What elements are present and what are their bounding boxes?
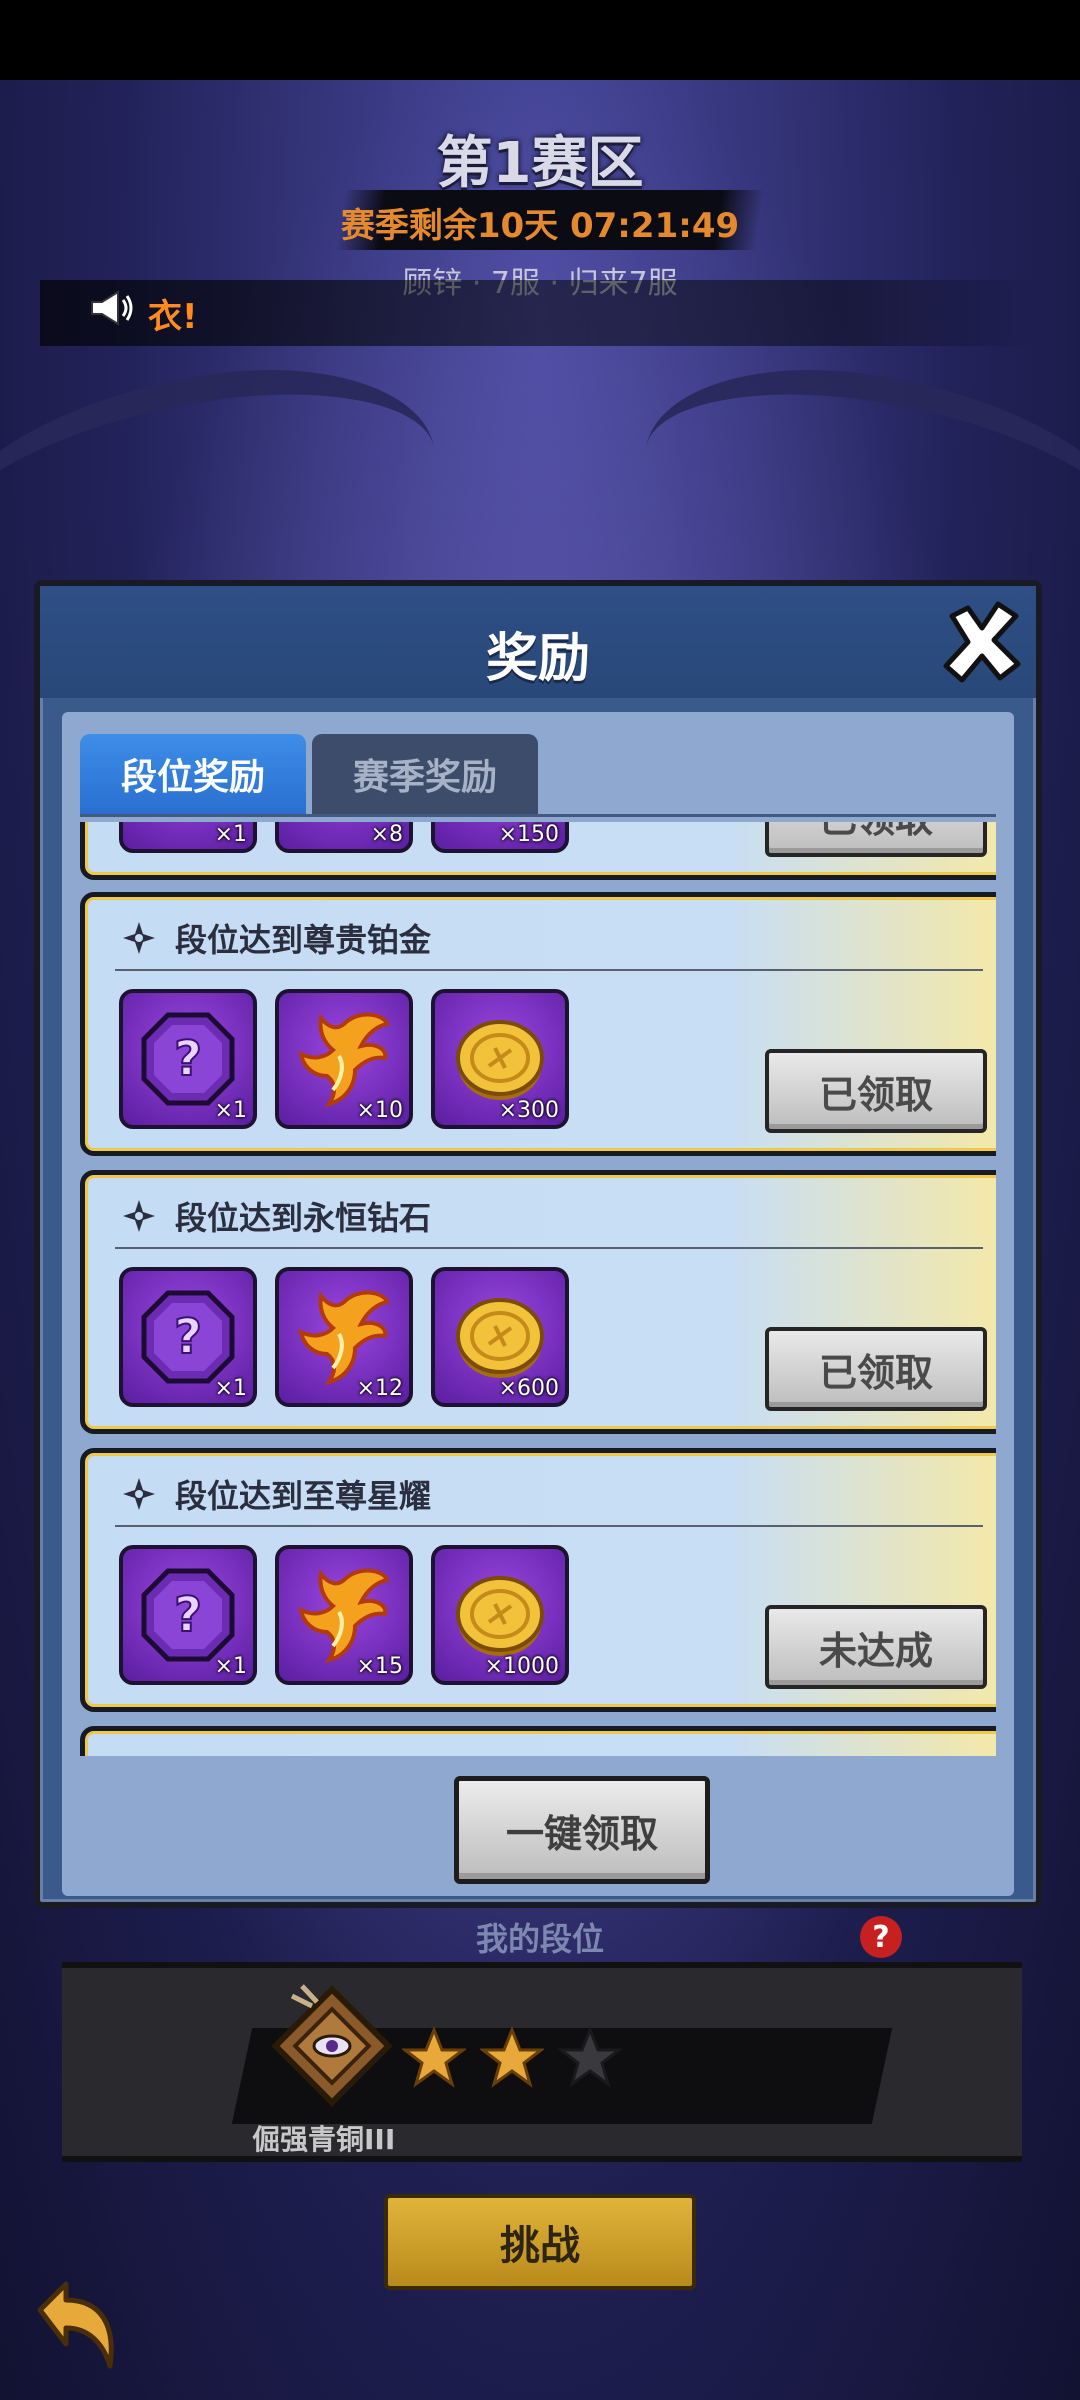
reward-item[interactable]: ×600 <box>431 1267 569 1407</box>
diamond-star-icon <box>123 922 155 954</box>
reward-item[interactable]: ×10 <box>275 989 413 1129</box>
reward-item[interactable]: ? ×1 <box>119 1267 257 1407</box>
mystery-chest-icon: ? <box>141 1290 235 1384</box>
reward-item[interactable]: ? ×1 <box>119 989 257 1129</box>
reward-card: 段位达到至尊星耀 ? ×1 ×15 ×1000 未达成 <box>80 1448 996 1712</box>
item-quantity: ×600 <box>498 1376 559 1401</box>
star-filled-icon <box>402 2026 466 2088</box>
star-filled-icon <box>480 2026 544 2088</box>
reward-items: ? ×1 ×10 ×300 <box>119 989 569 1129</box>
divider <box>115 969 983 971</box>
broadcast-bar[interactable]: 衣! <box>40 280 1040 346</box>
reward-item[interactable]: ×12 <box>275 1267 413 1407</box>
status-button[interactable]: 已领取 <box>765 1327 987 1411</box>
card-title: 段位达到永恒钻石 <box>121 1191 431 1241</box>
card-title: 段位达到至尊星耀 <box>121 1469 431 1519</box>
status-button[interactable]: 已领取 <box>765 1049 987 1133</box>
modal-body: 段位奖励 赛季奖励 ×1 ×8 ×150 已领取 <box>62 712 1014 1896</box>
my-rank-panel: 倔强青铜III <box>62 1962 1022 2162</box>
item-quantity: ×1000 <box>484 1654 559 1679</box>
reward-card: 段位达到永恒钻石 ? ×1 ×12 ×600 已领取 <box>80 1170 996 1434</box>
status-button[interactable]: 已领取 <box>765 822 987 857</box>
claim-all-button[interactable]: 一键领取 <box>454 1776 710 1884</box>
svg-text:?: ? <box>174 1031 202 1087</box>
reward-item[interactable]: ×8 <box>275 822 413 853</box>
item-quantity: ×12 <box>356 1376 403 1401</box>
svg-text:?: ? <box>174 1587 202 1643</box>
item-quantity: ×8 <box>370 822 403 847</box>
item-quantity: ×15 <box>356 1654 403 1679</box>
reward-item[interactable]: ×1000 <box>431 1545 569 1685</box>
tab-underline <box>80 814 996 817</box>
item-quantity: ×1 <box>214 1376 247 1401</box>
reward-item[interactable]: ×1 <box>119 822 257 853</box>
reward-card-partial: ×1 ×8 ×150 已领取 <box>80 822 996 880</box>
zone-title: 第1赛区 <box>436 131 644 196</box>
card-title-text: 段位达到至尊星耀 <box>175 1477 432 1515</box>
tab-season-rewards[interactable]: 赛季奖励 <box>312 734 538 814</box>
reward-item[interactable]: ×300 <box>431 989 569 1129</box>
bronze-rank-emblem-icon <box>262 1976 402 2116</box>
item-quantity: ×10 <box>356 1098 403 1123</box>
reward-items: ? ×1 ×15 ×1000 <box>119 1545 569 1685</box>
diamond-star-icon <box>123 1478 155 1510</box>
card-title-text: 段位达到永恒钻石 <box>175 1199 432 1237</box>
broadcast-message: 衣! <box>148 296 198 337</box>
rank-stars <box>402 2026 622 2090</box>
diamond-star-icon <box>123 1200 155 1232</box>
card-title-text: 段位达到尊贵铂金 <box>175 921 432 959</box>
reward-list[interactable]: ×1 ×8 ×150 已领取 <box>80 822 996 1756</box>
my-rank-header: 我的段位 <box>475 1920 604 1958</box>
reward-card-partial <box>80 1726 996 1756</box>
reward-card: 段位达到尊贵铂金 ? ×1 ×10 ×300 已领取 <box>80 892 996 1156</box>
close-icon <box>943 601 1021 683</box>
item-quantity: ×1 <box>214 822 247 847</box>
help-icon[interactable]: ? <box>860 1916 902 1958</box>
star-empty-icon <box>558 2026 622 2088</box>
mystery-chest-icon: ? <box>141 1568 235 1662</box>
back-button[interactable] <box>20 2270 130 2380</box>
status-button[interactable]: 未达成 <box>765 1605 987 1689</box>
item-quantity: ×1 <box>214 1654 247 1679</box>
reward-item[interactable]: ×150 <box>431 822 569 853</box>
mystery-chest-icon: ? <box>141 1012 235 1106</box>
modal-title: 奖励 <box>485 629 590 689</box>
season-countdown: 赛季剩余10天 07:21:49 <box>340 206 740 246</box>
megaphone-icon <box>88 288 134 338</box>
item-quantity: ×1 <box>214 1098 247 1123</box>
item-quantity: ×300 <box>498 1098 559 1123</box>
item-quantity: ×150 <box>498 822 559 847</box>
tab-rank-rewards[interactable]: 段位奖励 <box>80 734 306 814</box>
reward-modal: 奖励 段位奖励 赛季奖励 ×1 ×8 ×150 段位达到尊贵铂金 ? ×1 ×1… <box>34 580 1042 1908</box>
back-arrow-icon <box>37 2281 114 2369</box>
tab-bar: 段位奖励 赛季奖励 <box>80 734 538 818</box>
reward-items: ? ×1 ×12 ×600 <box>119 1267 569 1407</box>
rank-name: 倔强青铜III <box>252 2123 396 2156</box>
close-button[interactable] <box>938 598 1026 686</box>
reward-items: ×1 ×8 ×150 <box>119 822 569 853</box>
reward-item[interactable]: ? ×1 <box>119 1545 257 1685</box>
svg-text:?: ? <box>174 1309 202 1365</box>
reward-item[interactable]: ×15 <box>275 1545 413 1685</box>
divider <box>115 1247 983 1249</box>
challenge-button[interactable]: 挑战 <box>384 2194 696 2290</box>
divider <box>115 1525 983 1527</box>
card-title: 段位达到尊贵铂金 <box>121 913 431 963</box>
